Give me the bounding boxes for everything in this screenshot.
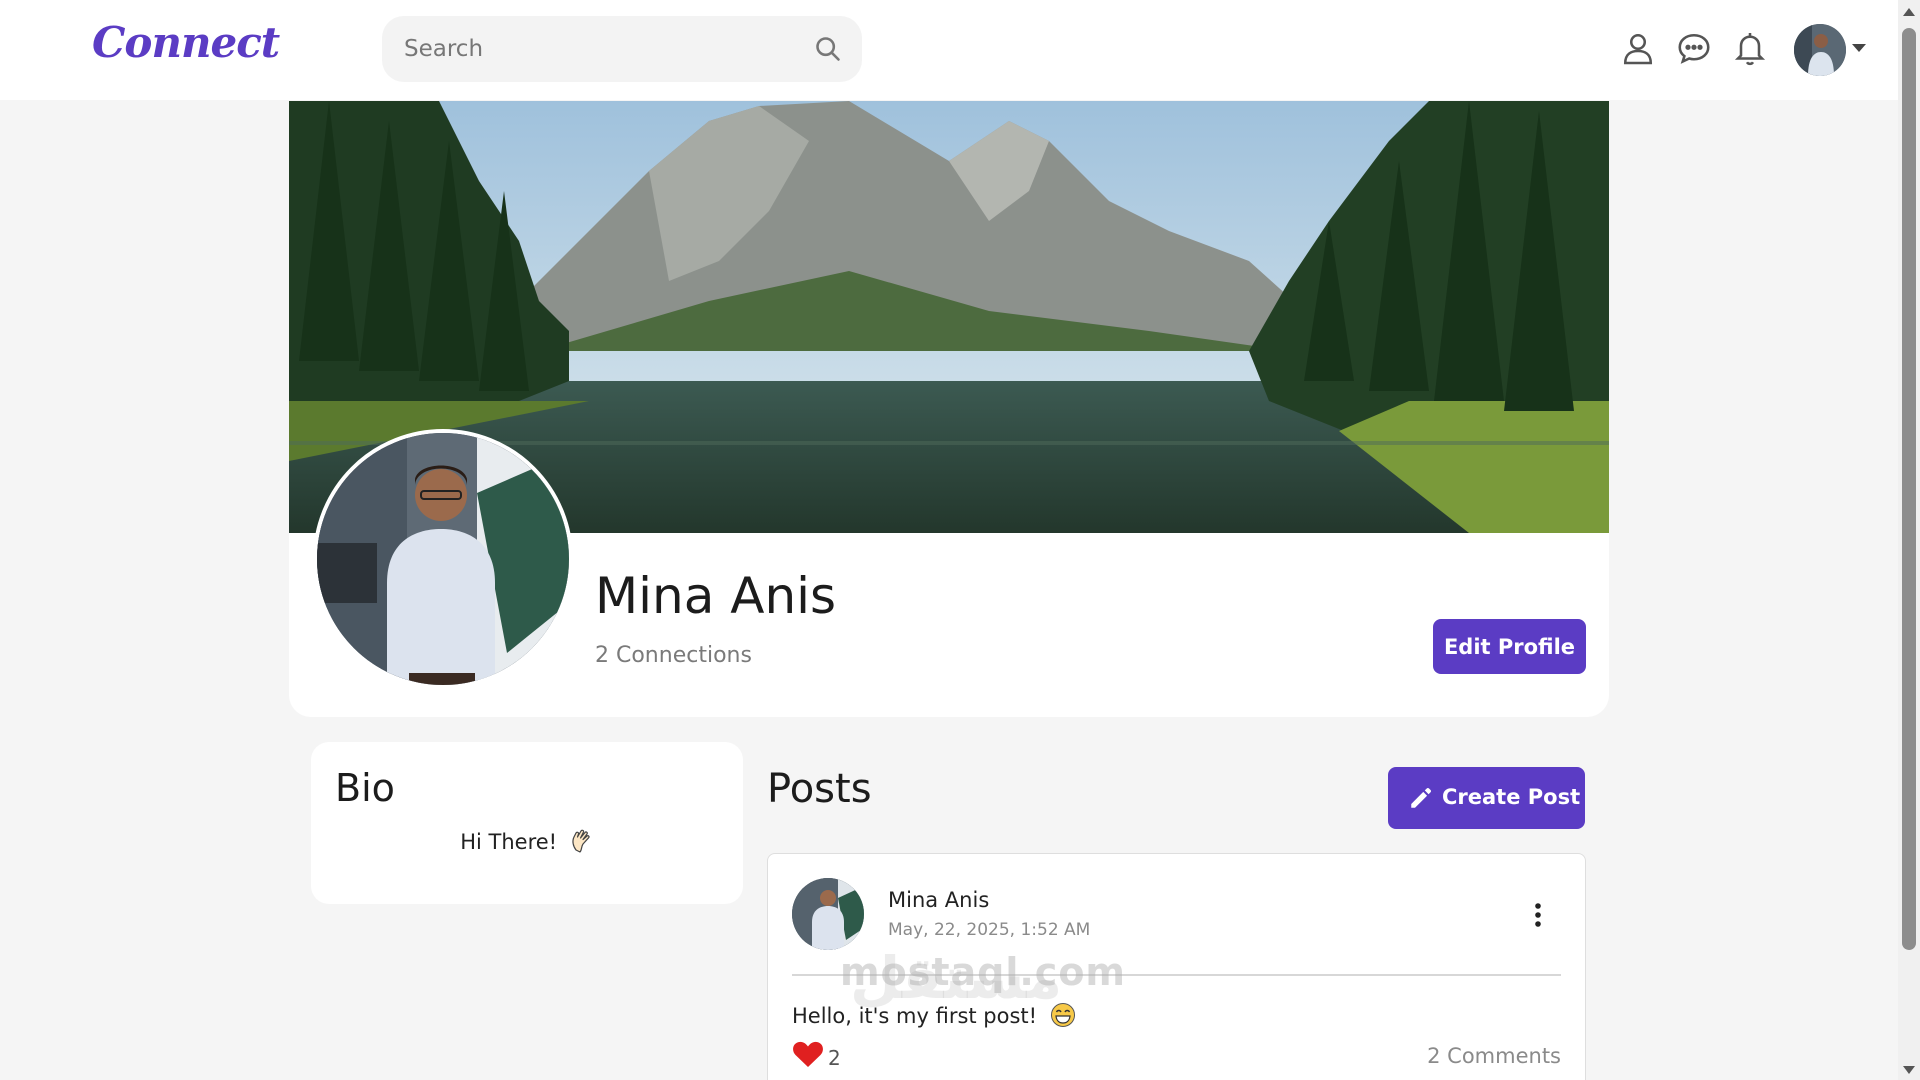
caret-down-icon[interactable] xyxy=(1852,44,1866,52)
connections-count[interactable]: 2 Connections xyxy=(595,643,752,668)
scroll-up-icon[interactable] xyxy=(1903,8,1915,16)
posts-title: Posts xyxy=(767,766,872,812)
create-post-label: Create Post xyxy=(1442,785,1581,809)
search-box[interactable] xyxy=(382,16,862,82)
like-count: 2 xyxy=(828,1046,841,1070)
profile-name: Mina Anis xyxy=(595,567,837,625)
scroll-down-icon[interactable] xyxy=(1903,1066,1915,1074)
search-icon[interactable] xyxy=(814,35,842,63)
profile-avatar[interactable] xyxy=(313,429,573,689)
heart-icon[interactable] xyxy=(792,1040,824,1068)
profile-card: Mina Anis 2 Connections Edit Profile xyxy=(289,101,1609,717)
post-timestamp: May, 22, 2025, 1:52 AM xyxy=(888,920,1091,940)
pencil-icon xyxy=(1411,787,1432,808)
search-input[interactable] xyxy=(404,16,784,82)
bio-text-label: Hi There! xyxy=(460,830,558,854)
chat-icon[interactable] xyxy=(1676,30,1712,66)
account-avatar[interactable] xyxy=(1794,24,1846,76)
app-logo[interactable]: Connect xyxy=(92,18,280,67)
post-author-name[interactable]: Mina Anis xyxy=(888,888,989,912)
bio-title: Bio xyxy=(335,766,395,810)
kebab-menu-icon[interactable] xyxy=(1534,902,1542,928)
page-scrollbar[interactable] xyxy=(1898,0,1920,1080)
bell-icon[interactable] xyxy=(1732,30,1768,66)
bio-text: Hi There! xyxy=(311,828,743,854)
wave-emoji xyxy=(572,829,590,853)
user-icon[interactable] xyxy=(1620,30,1656,66)
create-post-button[interactable]: Create Post xyxy=(1388,767,1585,829)
scrollbar-thumb[interactable] xyxy=(1902,28,1916,950)
comments-link[interactable]: 2 Comments xyxy=(1427,1044,1561,1068)
post-author-avatar[interactable] xyxy=(792,878,864,950)
bio-card: Bio xyxy=(311,742,743,904)
edit-profile-button[interactable]: Edit Profile xyxy=(1433,619,1586,674)
top-navbar: Connect xyxy=(0,0,1898,100)
watermark: mostaql.com xyxy=(840,950,1127,994)
